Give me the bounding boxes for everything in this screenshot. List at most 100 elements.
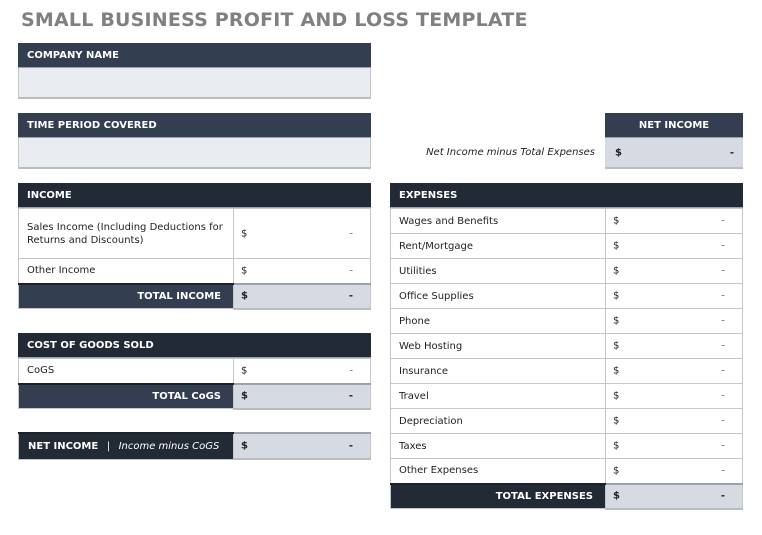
- expense-amount-cell[interactable]: $ -: [605, 308, 743, 334]
- company-name-section: COMPANY NAME: [18, 43, 371, 99]
- total-expenses-label: TOTAL EXPENSES: [390, 482, 606, 509]
- expense-amount-cell[interactable]: $ -: [605, 283, 743, 309]
- company-name-header: COMPANY NAME: [18, 43, 371, 68]
- expense-amount-cell[interactable]: $ -: [605, 408, 743, 434]
- currency-symbol: $: [613, 365, 620, 377]
- table-row: Depreciation $ -: [390, 408, 743, 434]
- expense-amount-cell[interactable]: $ -: [605, 358, 743, 384]
- table-row: Utilities $ -: [390, 258, 743, 284]
- table-row: Office Supplies $ -: [390, 283, 743, 309]
- total-expenses-cell: $ -: [605, 482, 743, 510]
- currency-symbol: $: [613, 490, 620, 502]
- net-income-caption: Income minus CoGS: [118, 440, 220, 452]
- net-income-summary: NET INCOME $ -: [605, 113, 743, 169]
- currency-symbol: $: [241, 228, 248, 239]
- expense-label: Rent/Mortgage: [390, 233, 606, 259]
- income-section: INCOME Sales Income (Including Deduction…: [18, 183, 371, 310]
- total-cogs-cell: $ -: [233, 382, 371, 410]
- time-period-section: TIME PERIOD COVERED: [18, 113, 371, 169]
- currency-symbol: $: [613, 265, 620, 277]
- expenses-table: Wages and Benefits $ - Rent/Mortgage $ - Utili…: [390, 208, 743, 510]
- net-income-summary-value: -: [729, 147, 734, 158]
- net-income-label: NET INCOME: [28, 440, 99, 452]
- expense-label: Taxes: [390, 433, 606, 459]
- table-row: Insurance $ -: [390, 358, 743, 384]
- table-row: Rent/Mortgage $ -: [390, 233, 743, 259]
- income-label: Sales Income (Including Deductions for R…: [18, 208, 234, 259]
- net-income-label-cell: NET INCOME | Income minus CoGS: [18, 432, 234, 460]
- total-expenses-row: TOTAL EXPENSES $ -: [390, 482, 743, 510]
- expense-amount: -: [721, 465, 725, 477]
- table-row: Taxes $ -: [390, 433, 743, 459]
- cogs-amount-cell[interactable]: $ -: [233, 358, 371, 384]
- expense-label: Other Expenses: [390, 458, 606, 484]
- income-amount-cell[interactable]: $ -: [233, 208, 371, 259]
- cogs-header: COST OF GOODS SOLD: [18, 333, 371, 358]
- expense-amount: -: [721, 265, 725, 277]
- net-income-summary-caption: Net Income minus Total Expenses: [426, 147, 595, 158]
- cogs-section: COST OF GOODS SOLD CoGS $ - TOTAL CoGS $…: [18, 333, 371, 410]
- currency-symbol: $: [241, 265, 248, 277]
- table-row: Phone $ -: [390, 308, 743, 334]
- expenses-section: EXPENSES Wages and Benefits $ - Rent/Mortga…: [390, 183, 743, 510]
- expense-amount: -: [721, 365, 725, 377]
- cogs-label: CoGS: [18, 358, 234, 384]
- expense-label: Insurance: [390, 358, 606, 384]
- time-period-header: TIME PERIOD COVERED: [18, 113, 371, 138]
- currency-symbol: $: [241, 290, 248, 302]
- expense-amount: -: [721, 315, 725, 327]
- currency-symbol: $: [613, 440, 620, 452]
- expense-amount: -: [721, 340, 725, 352]
- income-amount-cell[interactable]: $ -: [233, 258, 371, 284]
- income-amount: -: [349, 228, 353, 239]
- expense-amount-cell[interactable]: $ -: [605, 433, 743, 459]
- separator: |: [106, 440, 111, 452]
- net-income-value: -: [348, 440, 353, 452]
- currency-symbol: $: [613, 215, 620, 227]
- expense-amount-cell[interactable]: $ -: [605, 258, 743, 284]
- currency-symbol: $: [613, 340, 620, 352]
- income-header: INCOME: [18, 183, 371, 208]
- income-amount: -: [349, 265, 353, 277]
- currency-symbol: $: [613, 290, 620, 302]
- table-row: Web Hosting $ -: [390, 333, 743, 359]
- expense-amount-cell[interactable]: $ -: [605, 333, 743, 359]
- expense-label: Wages and Benefits: [390, 208, 606, 234]
- total-expenses-value: -: [720, 490, 725, 502]
- currency-symbol: $: [613, 315, 620, 327]
- expense-label: Web Hosting: [390, 333, 606, 359]
- net-income-summary-value-cell[interactable]: $ -: [605, 138, 743, 169]
- expenses-header: EXPENSES: [390, 183, 743, 208]
- expense-amount: -: [721, 390, 725, 402]
- expense-label: Office Supplies: [390, 283, 606, 309]
- total-cogs-label: TOTAL CoGS: [18, 382, 234, 409]
- expense-amount-cell[interactable]: $ -: [605, 208, 743, 234]
- net-income-section: NET INCOME | Income minus CoGS $ -: [18, 432, 371, 460]
- income-label: Other Income: [18, 258, 234, 284]
- expense-amount: -: [721, 240, 725, 252]
- time-period-input[interactable]: [18, 138, 371, 169]
- total-income-value: -: [348, 290, 353, 302]
- expense-label: Travel: [390, 383, 606, 409]
- expense-amount: -: [721, 290, 725, 302]
- expense-label: Phone: [390, 308, 606, 334]
- net-income-summary-header: NET INCOME: [605, 113, 743, 138]
- total-cogs-row: TOTAL CoGS $ -: [18, 382, 371, 410]
- currency-symbol: $: [613, 415, 620, 427]
- currency-symbol: $: [613, 390, 620, 402]
- expense-amount-cell[interactable]: $ -: [605, 233, 743, 259]
- expense-amount-cell[interactable]: $ -: [605, 458, 743, 484]
- cogs-amount: -: [349, 365, 353, 377]
- expense-amount: -: [721, 415, 725, 427]
- cogs-table: CoGS $ - TOTAL CoGS $ -: [18, 358, 371, 410]
- net-income-cell: $ -: [233, 432, 371, 460]
- currency-symbol: $: [613, 465, 620, 477]
- total-income-cell: $ -: [233, 282, 371, 310]
- expense-amount-cell[interactable]: $ -: [605, 383, 743, 409]
- currency-symbol: $: [613, 240, 620, 252]
- table-row: Wages and Benefits $ -: [390, 208, 743, 234]
- net-income-row: NET INCOME | Income minus CoGS $ -: [18, 432, 371, 460]
- company-name-input[interactable]: [18, 68, 371, 99]
- currency-symbol: $: [615, 147, 622, 158]
- total-income-label: TOTAL INCOME: [18, 282, 234, 309]
